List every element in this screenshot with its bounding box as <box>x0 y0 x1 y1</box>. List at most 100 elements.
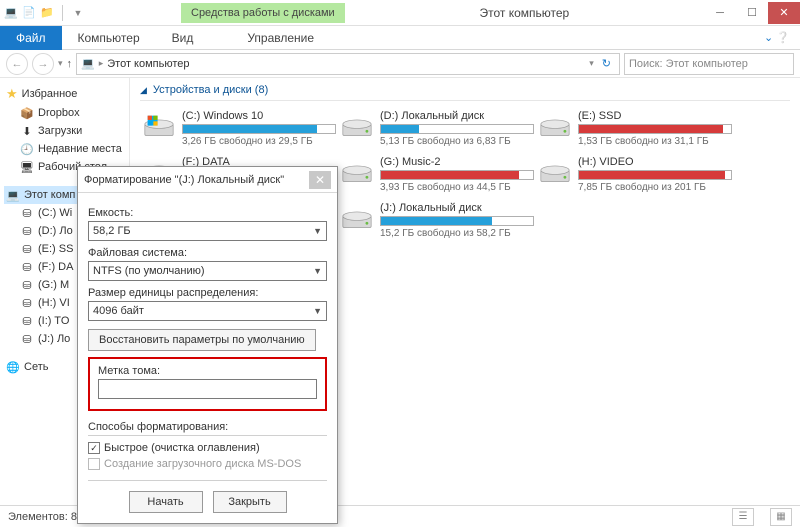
nav-back-button[interactable]: ← <box>6 53 28 75</box>
app-icon: 💻 <box>4 6 18 20</box>
sidebar-favorites-header[interactable]: ★ Избранное <box>4 84 125 104</box>
capacity-label: Емкость: <box>88 207 327 219</box>
checkbox-unchecked-icon <box>88 458 100 470</box>
computer-icon: 💻 <box>6 188 20 202</box>
hdd-icon: ⛁ <box>20 260 34 274</box>
view-details-button[interactable]: ☰ <box>732 508 754 526</box>
drive-free-text: 5,13 ГБ свободно из 6,83 ГБ <box>380 136 534 147</box>
sidebar-item-recent[interactable]: 🕘Недавние места <box>4 140 125 158</box>
close-dialog-button[interactable]: Закрыть <box>213 491 287 513</box>
drive-name: (E:) SSD <box>578 110 732 122</box>
qat-properties-icon[interactable]: 📄 <box>22 6 36 20</box>
search-input[interactable]: Поиск: Этот компьютер <box>624 53 794 75</box>
hdd-icon: ⛁ <box>20 224 34 238</box>
allocation-select[interactable]: 4096 байт▼ <box>88 301 327 321</box>
chevron-down-icon: ▼ <box>313 306 322 316</box>
address-row: ← → ▾ ↑ 💻 ▸ Этот компьютер ▾ ↻ Поиск: Эт… <box>0 50 800 78</box>
drive-item[interactable]: (J:) Локальный диск 15,2 ГБ свободно из 5… <box>338 199 536 245</box>
hdd-icon <box>538 156 572 190</box>
nav-up-button[interactable]: ↑ <box>67 58 73 70</box>
address-crumb[interactable]: Этот компьютер <box>107 58 189 70</box>
quick-format-checkbox[interactable]: ✓ Быстрое (очистка оглавления) <box>88 442 327 454</box>
tab-manage[interactable]: Управление <box>231 26 330 50</box>
star-icon: ★ <box>6 86 18 102</box>
close-button[interactable]: ✕ <box>768 2 800 24</box>
tab-computer[interactable]: Компьютер <box>62 26 156 50</box>
hdd-icon: ⛁ <box>20 314 34 328</box>
tab-view[interactable]: Вид <box>156 26 210 50</box>
drive-name: (J:) Локальный диск <box>380 202 534 214</box>
search-placeholder: Поиск: Этот компьютер <box>629 58 748 70</box>
location-icon: 💻 <box>81 57 95 70</box>
drive-free-text: 7,85 ГБ свободно из 201 ГБ <box>578 182 732 193</box>
sidebar-item-downloads[interactable]: ⬇Загрузки <box>4 122 125 140</box>
minimize-button[interactable]: ─ <box>704 2 736 24</box>
hdd-icon: ⛁ <box>20 296 34 310</box>
address-dropdown-icon[interactable]: ▾ <box>589 58 594 69</box>
drive-name: (C:) Windows 10 <box>182 110 336 122</box>
drive-name: (H:) VIDEO <box>578 156 732 168</box>
desktop-icon: 🖥 <box>20 160 34 174</box>
drive-item[interactable]: (G:) Music-2 3,93 ГБ свободно из 44,5 ГБ <box>338 153 536 199</box>
ribbon-tabs: Файл Компьютер Вид Управление ⌄ ❔ <box>0 26 800 50</box>
recent-icon: 🕘 <box>20 142 34 156</box>
address-bar[interactable]: 💻 ▸ Этот компьютер ▾ ↻ <box>76 53 620 75</box>
hdd-icon: ⛁ <box>20 278 34 292</box>
download-icon: ⬇ <box>20 124 34 138</box>
nav-recent-icon[interactable]: ▾ <box>58 58 63 69</box>
volume-label-label: Метка тома: <box>98 365 317 377</box>
usage-bar <box>380 170 534 180</box>
format-dialog: Форматирование "(J:) Локальный диск" ✕ Е… <box>77 166 338 524</box>
usage-bar <box>380 124 534 134</box>
status-element-count: Элементов: 8 <box>8 511 77 523</box>
view-large-button[interactable]: ▦ <box>770 508 792 526</box>
maximize-button[interactable]: ☐ <box>736 2 768 24</box>
sidebar-item-dropbox[interactable]: 📦Dropbox <box>4 104 125 122</box>
drive-name: (G:) Music-2 <box>380 156 534 168</box>
capacity-select[interactable]: 58,2 ГБ▼ <box>88 221 327 241</box>
msdos-boot-checkbox: Создание загрузочного диска MS-DOS <box>88 458 327 470</box>
drive-name: (D:) Локальный диск <box>380 110 534 122</box>
drive-item[interactable]: (H:) VIDEO 7,85 ГБ свободно из 201 ГБ <box>536 153 734 199</box>
drive-item[interactable]: (E:) SSD 1,53 ГБ свободно из 31,1 ГБ <box>536 107 734 153</box>
usage-bar <box>578 170 732 180</box>
nav-forward-button[interactable]: → <box>32 53 54 75</box>
volume-label-input[interactable] <box>98 379 317 399</box>
qat-divider <box>62 5 63 21</box>
usage-bar <box>182 124 336 134</box>
drive-free-text: 3,93 ГБ свободно из 44,5 ГБ <box>380 182 534 193</box>
qat-dropdown-icon[interactable]: ▼ <box>71 6 85 20</box>
ribbon-expand-icon[interactable]: ⌄ ❔ <box>754 31 800 44</box>
context-tab-drive-tools: Средства работы с дисками <box>181 3 345 23</box>
dialog-close-button[interactable]: ✕ <box>309 171 331 189</box>
hdd-icon: ⛁ <box>20 332 34 346</box>
drive-free-text: 15,2 ГБ свободно из 58,2 ГБ <box>380 228 534 239</box>
usage-bar <box>380 216 534 226</box>
hdd-icon: ⛁ <box>20 206 34 220</box>
refresh-icon[interactable]: ↻ <box>602 57 611 70</box>
drive-free-text: 1,53 ГБ свободно из 31,1 ГБ <box>578 136 732 147</box>
checkbox-checked-icon: ✓ <box>88 442 100 454</box>
qat-newfolder-icon[interactable]: 📁 <box>40 6 54 20</box>
hdd-icon <box>340 156 374 190</box>
drive-item[interactable]: (C:) Windows 103,26 ГБ свободно из 29,5 … <box>140 107 338 153</box>
chevron-down-icon: ▼ <box>313 266 322 276</box>
window-title: Этот компьютер <box>345 6 704 20</box>
start-button[interactable]: Начать <box>129 491 203 513</box>
drive-item[interactable]: (D:) Локальный диск 5,13 ГБ свободно из 6… <box>338 107 536 153</box>
section-header-devices[interactable]: ◢ Устройства и диски (8) <box>140 84 790 101</box>
hdd-icon: ⛁ <box>20 242 34 256</box>
highlight-annotation: Метка тома: <box>88 357 327 411</box>
hdd-icon <box>538 110 572 144</box>
dropbox-icon: 📦 <box>20 106 34 120</box>
restore-defaults-button[interactable]: Восстановить параметры по умолчанию <box>88 329 316 351</box>
filesystem-select[interactable]: NTFS (по умолчанию)▼ <box>88 261 327 281</box>
usage-bar <box>578 124 732 134</box>
hdd-icon <box>340 110 374 144</box>
chevron-right-icon: ▸ <box>99 58 104 69</box>
format-options-label: Способы форматирования: <box>88 421 327 433</box>
tab-file[interactable]: Файл <box>0 26 62 50</box>
hdd-icon <box>340 202 374 236</box>
dialog-titlebar[interactable]: Форматирование "(J:) Локальный диск" ✕ <box>78 167 337 193</box>
dialog-title: Форматирование "(J:) Локальный диск" <box>84 174 309 186</box>
